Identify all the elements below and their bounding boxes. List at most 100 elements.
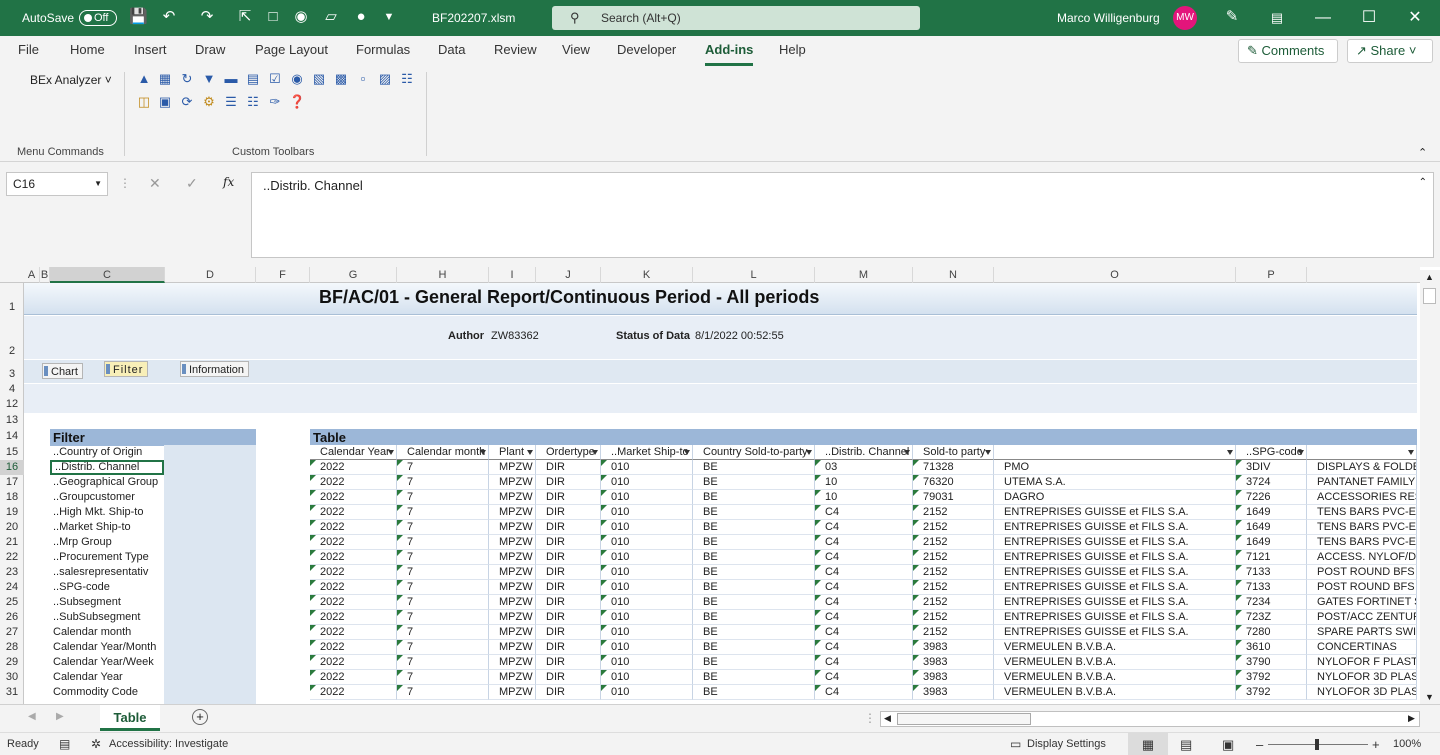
filter-item[interactable]: Calendar month — [50, 625, 164, 640]
table-cell[interactable]: ENTREPRISES GUISSE et FILS S.A. — [994, 580, 1236, 595]
col-header[interactable]: M — [815, 267, 913, 283]
table-cell[interactable]: NYLOFOR F PLAST — [1307, 655, 1417, 670]
table-cell[interactable]: 2022 — [310, 610, 397, 625]
vertical-scroll-thumb[interactable] — [1423, 288, 1436, 304]
table-cell[interactable]: 7 — [397, 655, 489, 670]
table-cell[interactable]: 7 — [397, 610, 489, 625]
table-cell[interactable]: DIR — [536, 625, 601, 640]
table-header-cell[interactable]: Calendar month — [397, 445, 489, 460]
table-cell[interactable]: 71328 — [913, 460, 994, 475]
table-cell[interactable]: ENTREPRISES GUISSE et FILS S.A. — [994, 610, 1236, 625]
table-cell[interactable]: 2022 — [310, 550, 397, 565]
table-cell[interactable]: 7 — [397, 505, 489, 520]
table-header-cell[interactable]: ..Distrib. Channel — [815, 445, 913, 460]
scroll-left-icon[interactable]: ◀ — [884, 713, 891, 724]
enter-icon[interactable]: ✓ — [186, 175, 198, 192]
table-cell[interactable]: ENTREPRISES GUISSE et FILS S.A. — [994, 520, 1236, 535]
col-header[interactable]: P — [1236, 267, 1307, 283]
table-cell[interactable]: DIR — [536, 610, 601, 625]
zoom-slider-thumb[interactable] — [1315, 739, 1319, 750]
accessibility-status[interactable]: Accessibility: Investigate — [109, 733, 228, 755]
filter-item[interactable]: Calendar Year — [50, 670, 164, 685]
col-header[interactable]: I — [489, 267, 536, 283]
table-cell[interactable]: ENTREPRISES GUISSE et FILS S.A. — [994, 550, 1236, 565]
table-cell[interactable]: 3792 — [1236, 685, 1307, 700]
table-cell[interactable]: 2022 — [310, 475, 397, 490]
table-cell[interactable]: MPZW — [489, 505, 536, 520]
table-cell[interactable]: VERMEULEN B.V.B.A. — [994, 685, 1236, 700]
undo-icon[interactable]: ↶ — [160, 8, 178, 26]
table-cell[interactable]: DIR — [536, 580, 601, 595]
table-cell[interactable]: C4 — [815, 595, 913, 610]
table-cell[interactable]: C4 — [815, 535, 913, 550]
table-cell[interactable]: DIR — [536, 655, 601, 670]
table-cell[interactable]: 010 — [601, 520, 693, 535]
row-header[interactable]: 24 — [0, 580, 24, 595]
col-header[interactable]: F — [256, 267, 310, 283]
table-cell[interactable]: BE — [693, 685, 815, 700]
table-header-cell[interactable]: Calendar Year — [310, 445, 397, 460]
bex-filter-icon[interactable]: ▼ — [201, 71, 217, 87]
row-header[interactable]: 22 — [0, 550, 24, 565]
col-header[interactable]: H — [397, 267, 489, 283]
table-cell[interactable]: 2022 — [310, 670, 397, 685]
search-box[interactable]: ⚲ Search (Alt+Q) — [552, 6, 920, 30]
scroll-right-icon[interactable]: ▶ — [1408, 713, 1415, 724]
formula-input[interactable]: ..Distrib. Channel ⌃ — [251, 172, 1434, 258]
row-header[interactable]: 30 — [0, 670, 24, 685]
table-cell[interactable]: C4 — [815, 520, 913, 535]
row-header[interactable]: 3 — [0, 367, 24, 382]
table-cell[interactable]: BE — [693, 460, 815, 475]
split-handle-icon[interactable]: ⋮ — [864, 711, 876, 725]
row-header[interactable]: 21 — [0, 535, 24, 550]
maximize-icon[interactable]: ☐ — [1346, 0, 1392, 36]
table-cell[interactable]: 010 — [601, 655, 693, 670]
table-cell[interactable]: TENS BARS PVC-EX — [1307, 520, 1417, 535]
table-cell[interactable]: PMO — [994, 460, 1236, 475]
col-header[interactable]: B — [40, 267, 50, 283]
bex-refresh-icon[interactable]: ↻ — [179, 71, 195, 87]
table-cell[interactable]: 7 — [397, 670, 489, 685]
table-cell[interactable]: UTEMA S.A. — [994, 475, 1236, 490]
table-cell[interactable]: 7 — [397, 595, 489, 610]
prev-sheet-icon[interactable]: ◀ — [28, 711, 36, 722]
table-cell[interactable]: NYLOFOR 3D PLAST — [1307, 685, 1417, 700]
chart-button[interactable]: Chart — [42, 363, 83, 379]
table-cell[interactable]: POST/ACC ZENTURO — [1307, 610, 1417, 625]
table-cell[interactable]: ACCESS. NYLOF/DE — [1307, 550, 1417, 565]
table-cell[interactable]: DIR — [536, 640, 601, 655]
table-cell[interactable]: 7 — [397, 550, 489, 565]
table-cell[interactable]: C4 — [815, 640, 913, 655]
table-cell[interactable]: TENS BARS PVC-EX — [1307, 505, 1417, 520]
row-header[interactable]: 15 — [0, 445, 24, 460]
collapse-ribbon-icon[interactable]: ⌃ — [1418, 146, 1427, 159]
table-cell[interactable]: ACCESSORIES RESI — [1307, 490, 1417, 505]
horizontal-scrollbar[interactable]: ◀ ▶ — [880, 711, 1420, 727]
col-header[interactable]: N — [913, 267, 994, 283]
table-cell[interactable]: 3983 — [913, 655, 994, 670]
table-cell[interactable]: 7 — [397, 490, 489, 505]
table-cell[interactable]: 3610 — [1236, 640, 1307, 655]
table-cell[interactable]: 2152 — [913, 625, 994, 640]
pen-icon[interactable]: ✎ — [1223, 8, 1241, 26]
table-cell[interactable]: 3DIV — [1236, 460, 1307, 475]
table-cell[interactable]: BE — [693, 475, 815, 490]
bex-list-icon[interactable]: ▧ — [311, 71, 327, 87]
share-button[interactable]: ↗ Share ˅ — [1347, 39, 1433, 63]
next-sheet-icon[interactable]: ▶ — [56, 711, 64, 722]
table-cell[interactable]: 7 — [397, 640, 489, 655]
table-cell[interactable]: MPZW — [489, 580, 536, 595]
table-cell[interactable]: C4 — [815, 565, 913, 580]
bex-grid-icon[interactable]: ☷ — [399, 71, 415, 87]
tab-developer[interactable]: Developer — [617, 36, 676, 66]
table-cell[interactable]: MPZW — [489, 550, 536, 565]
horizontal-scroll-thumb[interactable] — [897, 713, 1031, 725]
table-cell[interactable]: C4 — [815, 580, 913, 595]
table-cell[interactable]: 723Z — [1236, 610, 1307, 625]
table-cell[interactable]: 010 — [601, 505, 693, 520]
table-cell[interactable]: MPZW — [489, 520, 536, 535]
bex-design-icon[interactable]: ✑ — [267, 94, 283, 110]
filter-item[interactable]: ..Country of Origin — [50, 445, 164, 460]
table-cell[interactable]: DIR — [536, 475, 601, 490]
table-header-cell[interactable]: Country Sold-to-party — [693, 445, 815, 460]
